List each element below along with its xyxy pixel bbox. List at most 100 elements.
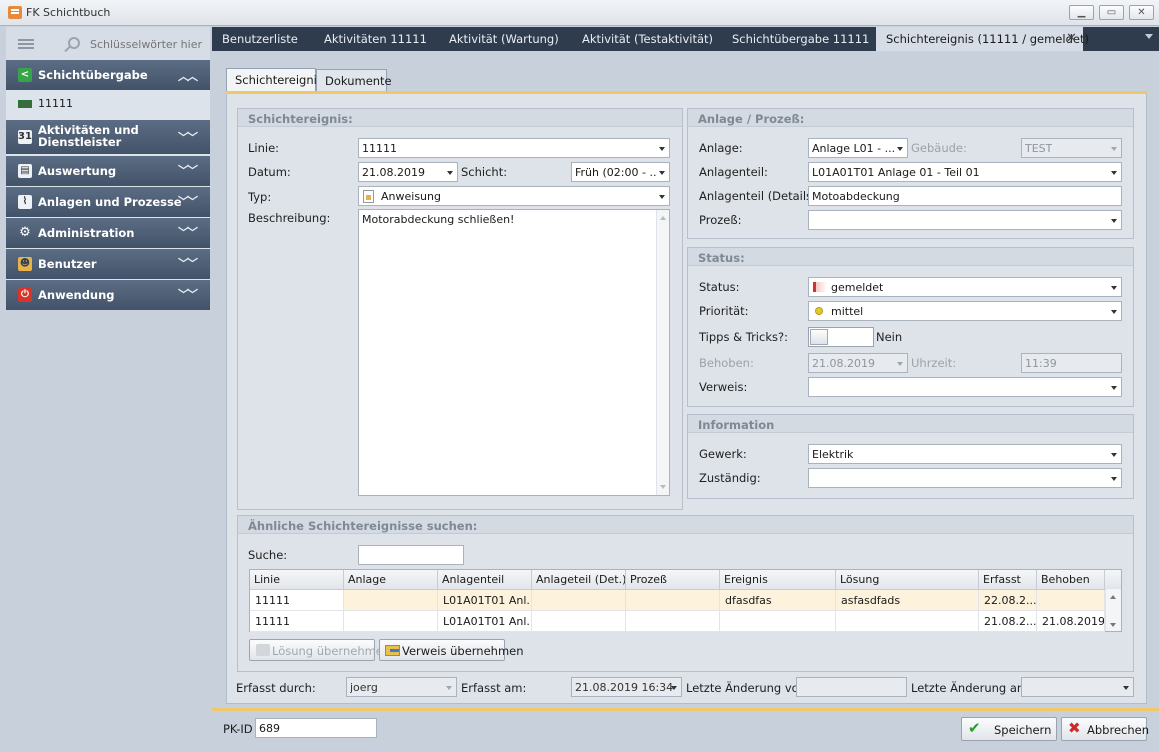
sidebar-item-aktivitaeten[interactable]: 31 Aktivitäten und Dienstleister ﹀﹀ xyxy=(6,120,210,154)
chevron-down-icon[interactable]: ﹀﹀ xyxy=(178,224,198,240)
sidebar-subitem-11111[interactable]: 11111 xyxy=(6,92,210,118)
table-cell[interactable]: 11111 xyxy=(250,611,344,632)
cross-icon: ✖ xyxy=(1068,719,1081,737)
table-scrollbar[interactable] xyxy=(1105,589,1121,631)
tab-aktivitaeten[interactable]: Aktivitäten 11111 xyxy=(314,27,439,51)
maximize-button[interactable]: ▭ xyxy=(1099,5,1124,20)
chevron-down-icon[interactable]: ﹀﹀ xyxy=(178,255,198,271)
table-cell[interactable]: asfasdfads xyxy=(836,590,979,611)
schicht-select[interactable]: Früh (02:00 - ... xyxy=(571,162,670,182)
tipps-label: Tipps & Tricks?: xyxy=(699,330,788,344)
tab-aktivitaet-test[interactable]: Aktivität (Testaktivität) xyxy=(572,27,722,51)
tab-benutzerliste[interactable]: Benutzerliste xyxy=(212,27,314,51)
erfasst-durch-label: Erfasst durch: xyxy=(236,681,316,695)
beschreibung-textarea[interactable]: Motorabdeckung schließen! xyxy=(358,209,670,496)
erfasst-am-label: Erfasst am: xyxy=(461,681,527,695)
column-header[interactable]: Erfasst xyxy=(979,570,1037,590)
column-header[interactable]: Linie xyxy=(250,570,344,590)
table-cell[interactable]: 21.08.2... xyxy=(979,611,1037,632)
chevron-up-icon[interactable]: ︿︿ xyxy=(178,68,198,84)
tipps-toggle[interactable] xyxy=(808,327,874,347)
table-cell[interactable] xyxy=(836,611,979,632)
table-cell[interactable] xyxy=(344,590,438,611)
column-header[interactable]: Anlagenteil xyxy=(438,570,532,590)
tab-list-dropdown-icon[interactable] xyxy=(1145,34,1153,39)
behoben-date: 21.08.2019 xyxy=(808,353,908,373)
column-header[interactable]: Behoben xyxy=(1037,570,1105,590)
letzte-aenderung-von-label: Letzte Änderung von: xyxy=(686,681,810,695)
subtab-dokumente[interactable]: Dokumente xyxy=(316,69,392,91)
verweis-select[interactable] xyxy=(808,377,1122,397)
sidebar-item-schichtuebergabe[interactable]: < Schichtübergabe ︿︿ xyxy=(6,60,210,90)
table-cell[interactable]: 21.08.2019 xyxy=(1037,611,1105,632)
sidebar-item-anwendung[interactable]: ⏻ Anwendung ﹀﹀ xyxy=(6,280,210,310)
cancel-button[interactable]: ✖ Abbrechen xyxy=(1061,717,1149,741)
sidebar-item-auswertung[interactable]: ▤ Auswertung ﹀﹀ xyxy=(6,156,210,186)
datum-field[interactable]: 21.08.2019 xyxy=(358,162,458,182)
status-select[interactable]: gemeldet xyxy=(808,277,1122,297)
column-header[interactable]: Ereignis xyxy=(720,570,836,590)
chevron-down-icon[interactable]: ﹀﹀ xyxy=(178,129,198,145)
sidebar-item-benutzer[interactable]: ☻ Benutzer ﹀﹀ xyxy=(6,249,210,279)
suche-input[interactable] xyxy=(358,545,464,565)
table-cell[interactable] xyxy=(532,590,626,611)
suche-label: Suche: xyxy=(248,548,288,562)
table-cell[interactable]: L01A01T01 Anl... xyxy=(438,590,532,611)
search-input[interactable] xyxy=(90,35,206,53)
table-cell[interactable]: 11111 xyxy=(250,590,344,611)
close-window-button[interactable]: ✕ xyxy=(1129,5,1154,20)
column-header[interactable]: Prozeß xyxy=(626,570,720,590)
table-cell[interactable] xyxy=(344,611,438,632)
save-button[interactable]: ✔ Speichern xyxy=(961,717,1057,741)
gewerk-select[interactable]: Elektrik xyxy=(808,444,1122,464)
column-header[interactable]: Anlage xyxy=(344,570,438,590)
erfasst-durch-select: joerg xyxy=(346,677,457,697)
linie-select[interactable]: 11111 xyxy=(358,138,670,158)
close-tab-icon[interactable]: ✕ xyxy=(1066,31,1077,46)
pkid-field[interactable]: 689 xyxy=(255,718,377,738)
hamburger-menu-icon[interactable] xyxy=(18,39,34,49)
zustaendig-select[interactable] xyxy=(808,468,1122,488)
table-cell[interactable]: dfasdfas xyxy=(720,590,836,611)
chevron-down-icon[interactable]: ﹀﹀ xyxy=(178,162,198,178)
power-icon: ⏻ xyxy=(18,288,32,302)
tab-aktivitaet-wartung[interactable]: Aktivität (Wartung) xyxy=(439,27,572,51)
table-cell[interactable] xyxy=(626,590,720,611)
anlage-select[interactable]: Anlage L01 - ... xyxy=(808,138,908,158)
table-cell[interactable] xyxy=(720,611,836,632)
sidebar-item-label: Benutzer xyxy=(38,257,97,271)
prozess-select[interactable] xyxy=(808,210,1122,230)
anlagenteil-details-label: Anlagenteil (Details): xyxy=(699,189,821,203)
tab-schichtuebergabe[interactable]: Schichtübergabe 11111 xyxy=(722,27,876,51)
anlagenteil-select[interactable]: L01A01T01 Anlage 01 - Teil 01 xyxy=(808,162,1122,182)
anlage-label: Anlage: xyxy=(699,141,743,155)
tab-schichtereignis[interactable]: Schichtereignis (11111 / gemeldet) xyxy=(876,27,1089,51)
subtab-schichtereignis[interactable]: Schichtereignis xyxy=(226,68,323,92)
loesung-uebernehmen-button[interactable]: Lösung übernehmen xyxy=(249,639,390,661)
anlagenteil-details-input[interactable]: Motoabdeckung xyxy=(808,186,1122,206)
chevron-down-icon[interactable]: ﹀﹀ xyxy=(178,193,198,209)
minimize-button[interactable]: ▁ xyxy=(1069,5,1094,20)
column-header[interactable]: Anlageteil (Det.) xyxy=(532,570,626,590)
verweis-uebernehmen-button[interactable]: Verweis übernehmen xyxy=(379,639,524,661)
sidebar-item-anlagen[interactable]: ⌇ Anlagen und Prozesse ﹀﹀ xyxy=(6,187,210,217)
table-cell[interactable]: 22.08.2... xyxy=(979,590,1037,611)
letzte-aenderung-am-label: Letzte Änderung am: xyxy=(911,681,1032,695)
datum-label: Datum: xyxy=(248,165,291,179)
beschreibung-label: Beschreibung: xyxy=(248,211,331,225)
status-label: Status: xyxy=(699,280,740,294)
schicht-label: Schicht: xyxy=(461,165,508,179)
sidebar-item-label: Schichtübergabe xyxy=(38,68,148,82)
sidebar-item-administration[interactable]: ⚙ Administration ﹀﹀ xyxy=(6,218,210,248)
typ-select[interactable]: Anweisung xyxy=(358,186,670,206)
column-header[interactable]: Lösung xyxy=(836,570,979,590)
textarea-scrollbar[interactable] xyxy=(656,210,669,495)
table-cell[interactable] xyxy=(626,611,720,632)
prioritaet-select[interactable]: mittel xyxy=(808,301,1122,321)
chevron-down-icon[interactable]: ﹀﹀ xyxy=(178,286,198,302)
table-cell[interactable] xyxy=(532,611,626,632)
table-cell[interactable] xyxy=(1037,590,1105,611)
linie-label: Linie: xyxy=(248,141,280,155)
table-cell[interactable]: L01A01T01 Anl... xyxy=(438,611,532,632)
report-icon: ▤ xyxy=(18,164,32,178)
